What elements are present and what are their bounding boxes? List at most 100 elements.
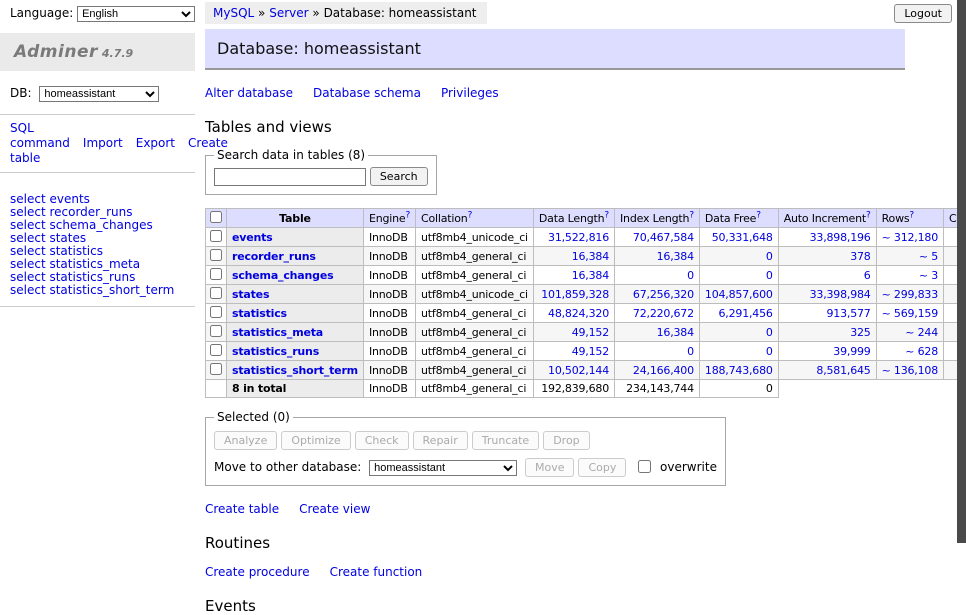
selected-action-analyze-button[interactable]: Analyze — [214, 431, 277, 450]
data-length-link[interactable]: 101,859,328 — [541, 288, 609, 301]
auto-increment-link[interactable]: 33,398,984 — [810, 288, 871, 301]
sidebar-action-export[interactable]: Export — [136, 136, 175, 150]
data-free-link[interactable]: 0 — [766, 269, 773, 282]
data-free-link[interactable]: 0 — [766, 250, 773, 263]
table-name-link[interactable]: statistics_runs — [232, 345, 319, 358]
create-create-table[interactable]: Create table — [205, 502, 279, 516]
sidebar-action-sql-command[interactable]: SQL command — [10, 121, 70, 150]
help-link-collation[interactable]: ? — [468, 210, 473, 220]
index-length-link[interactable]: 70,467,584 — [633, 231, 694, 244]
row-checkbox[interactable] — [210, 249, 222, 261]
move-database-select[interactable]: homeassistant — [369, 460, 517, 476]
index-length-cell: 67,256,320 — [615, 285, 700, 304]
breadcrumb-link-server[interactable]: Server — [269, 6, 308, 20]
row-checkbox[interactable] — [210, 344, 222, 356]
vertical-scrollbar[interactable] — [957, 0, 966, 543]
index-length-link[interactable]: 0 — [687, 345, 694, 358]
db-action-alter-database[interactable]: Alter database — [205, 86, 293, 100]
auto-increment-link[interactable]: 33,898,196 — [810, 231, 871, 244]
auto-increment-link[interactable]: 325 — [850, 326, 870, 339]
table-name-link[interactable]: events — [232, 231, 273, 244]
data-length-link[interactable]: 10,502,144 — [548, 364, 609, 377]
selected-action-drop-button[interactable]: Drop — [543, 431, 589, 450]
data-free-link[interactable]: 0 — [766, 345, 773, 358]
table-row: statistics_runsInnoDButf8mb4_general_ci4… — [206, 342, 966, 361]
table-name-cell: statistics_meta — [227, 323, 364, 342]
sidebar-action-import[interactable]: Import — [83, 136, 123, 150]
index-length-link[interactable]: 24,166,400 — [633, 364, 694, 377]
routine-create-function[interactable]: Create function — [330, 565, 423, 579]
rows-estimate-link[interactable]: ~ 569,159 — [882, 307, 938, 320]
auto-increment-link[interactable]: 39,999 — [833, 345, 870, 358]
row-checkbox[interactable] — [210, 325, 222, 337]
selected-action-truncate-button[interactable]: Truncate — [472, 431, 539, 450]
help-link-engine[interactable]: ? — [405, 210, 410, 220]
data-free-link[interactable]: 0 — [766, 326, 773, 339]
index-length-link[interactable]: 72,220,672 — [633, 307, 694, 320]
help-link-auto-increment[interactable]: ? — [866, 210, 871, 220]
selected-action-repair-button[interactable]: Repair — [413, 431, 468, 450]
help-link-index-length[interactable]: ? — [689, 210, 694, 220]
breadcrumb-link-mysql[interactable]: MySQL — [213, 6, 254, 20]
search-button[interactable]: Search — [370, 167, 428, 186]
index-length-link[interactable]: 0 — [687, 269, 694, 282]
auto-increment-link[interactable]: 378 — [850, 250, 870, 263]
data-free-link[interactable]: 6,291,456 — [719, 307, 773, 320]
breadcrumb-current: Database: homeassistant — [324, 6, 477, 20]
row-checkbox[interactable] — [210, 363, 222, 375]
data-length-link[interactable]: 49,152 — [572, 345, 609, 358]
index-length-link[interactable]: 16,384 — [657, 250, 694, 263]
table-name-link[interactable]: statistics_meta — [232, 326, 323, 339]
data-length-link[interactable]: 49,152 — [572, 326, 609, 339]
data-length-link[interactable]: 16,384 — [572, 269, 609, 282]
rows-estimate-link[interactable]: ~ 628 — [905, 345, 938, 358]
table-name-link[interactable]: recorder_runs — [232, 250, 316, 263]
move-action-copy-button[interactable]: Copy — [578, 458, 626, 477]
create-create-view[interactable]: Create view — [299, 502, 370, 516]
overwrite-label[interactable]: overwrite — [660, 460, 717, 474]
language-select[interactable]: English — [77, 6, 195, 22]
rows-estimate-link[interactable]: ~ 312,180 — [882, 231, 938, 244]
overwrite-checkbox[interactable] — [638, 460, 651, 473]
row-checkbox[interactable] — [210, 306, 222, 318]
db-action-privileges[interactable]: Privileges — [441, 86, 499, 100]
rows-estimate-link[interactable]: ~ 299,833 — [882, 288, 938, 301]
table-name-link[interactable]: statistics — [232, 307, 287, 320]
tables-head-row: TableEngine?Collation?Data Length?Index … — [206, 209, 966, 228]
search-input[interactable] — [214, 168, 366, 186]
table-name-link[interactable]: states — [232, 288, 269, 301]
logout-button[interactable]: Logout — [894, 4, 952, 23]
rows-estimate-link[interactable]: ~ 136,108 — [882, 364, 938, 377]
data-free-link[interactable]: 50,331,648 — [712, 231, 773, 244]
data-free-link[interactable]: 188,743,680 — [705, 364, 773, 377]
data-length-link[interactable]: 31,522,816 — [548, 231, 609, 244]
auto-increment-link[interactable]: 8,581,645 — [816, 364, 870, 377]
sidebar-select-select-statistics-short-term[interactable]: select statistics_short_term — [10, 284, 195, 297]
db-action-database-schema[interactable]: Database schema — [313, 86, 421, 100]
move-action-move-button[interactable]: Move — [525, 458, 575, 477]
index-length-link[interactable]: 67,256,320 — [633, 288, 694, 301]
selected-action-optimize-button[interactable]: Optimize — [281, 431, 350, 450]
db-select[interactable]: homeassistant — [39, 86, 159, 102]
row-checkbox[interactable] — [210, 268, 222, 280]
row-checkbox[interactable] — [210, 287, 222, 299]
help-link-rows[interactable]: ? — [909, 210, 914, 220]
data-free-link[interactable]: 104,857,600 — [705, 288, 773, 301]
table-name-link[interactable]: statistics_short_term — [232, 364, 358, 377]
rows-estimate-link[interactable]: ~ 244 — [905, 326, 938, 339]
rows-estimate-link[interactable]: ~ 5 — [919, 250, 938, 263]
index-length-link[interactable]: 16,384 — [657, 326, 694, 339]
auto-increment-link[interactable]: 6 — [864, 269, 871, 282]
help-link-data-free[interactable]: ? — [756, 210, 761, 220]
data-length-link[interactable]: 48,824,320 — [548, 307, 609, 320]
rows-estimate-cell: ~ 3 — [876, 266, 943, 285]
select-all-checkbox[interactable] — [210, 211, 222, 223]
routine-create-procedure[interactable]: Create procedure — [205, 565, 310, 579]
auto-increment-link[interactable]: 913,577 — [827, 307, 871, 320]
data-length-link[interactable]: 16,384 — [572, 250, 609, 263]
help-link-data-length[interactable]: ? — [604, 210, 609, 220]
rows-estimate-link[interactable]: ~ 3 — [919, 269, 938, 282]
row-checkbox[interactable] — [210, 230, 222, 242]
table-name-link[interactable]: schema_changes — [232, 269, 333, 282]
selected-action-check-button[interactable]: Check — [355, 431, 409, 450]
